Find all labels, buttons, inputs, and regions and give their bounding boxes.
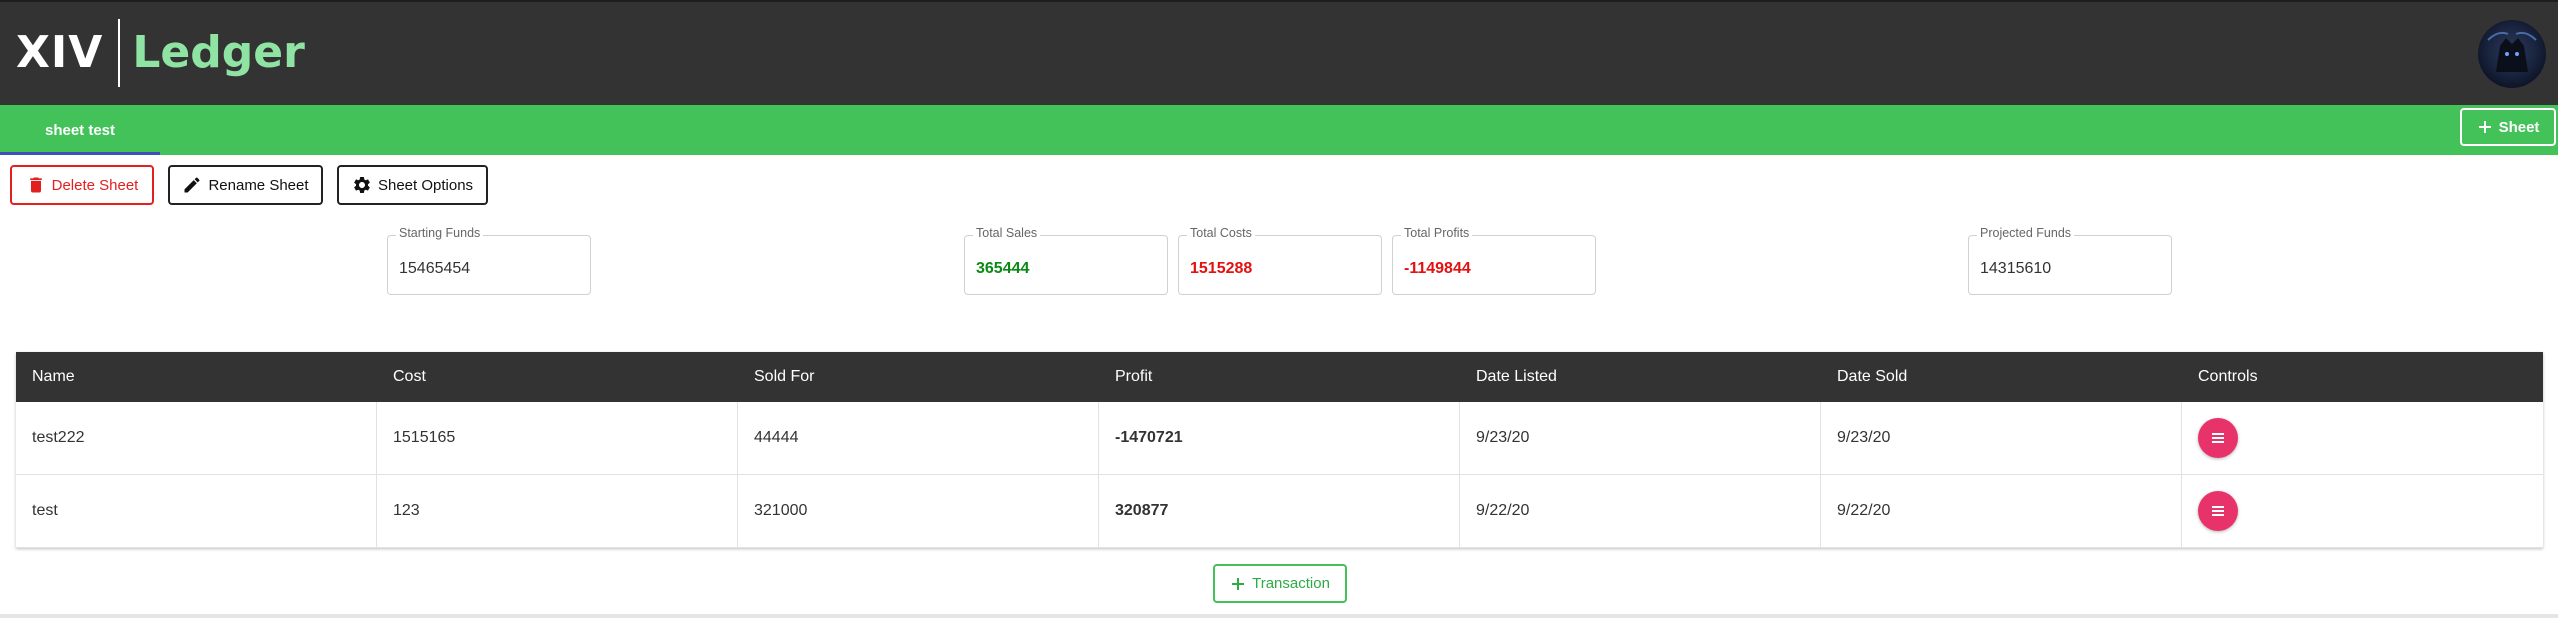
transactions-table: Name Cost Sold For Profit Date Listed Da… xyxy=(16,352,2543,548)
total-costs-label: Total Costs xyxy=(1187,226,1255,240)
sheet-tabbar: sheet test Sheet xyxy=(0,105,2558,155)
cell-sold-for: 321000 xyxy=(738,475,1099,547)
menu-icon xyxy=(2212,433,2224,443)
rename-sheet-label: Rename Sheet xyxy=(208,176,309,194)
add-transaction-button[interactable]: Transaction xyxy=(1213,564,1347,603)
cell-date-sold: 9/23/20 xyxy=(1821,402,2182,474)
tab-sheet-test[interactable]: sheet test xyxy=(0,105,160,155)
user-avatar[interactable] xyxy=(2478,20,2546,88)
menu-icon xyxy=(2212,506,2224,516)
starting-funds-label: Starting Funds xyxy=(396,226,484,240)
plus-icon xyxy=(1232,577,1245,590)
cell-sold-for: 44444 xyxy=(738,402,1099,474)
cell-cost: 123 xyxy=(377,475,738,547)
tab-label: sheet test xyxy=(44,121,116,139)
cell-name: test xyxy=(16,475,377,547)
delete-sheet-label: Delete Sheet xyxy=(51,176,139,194)
cell-cost: 1515165 xyxy=(377,402,738,474)
projected-funds-value: 14315610 xyxy=(1980,260,2052,277)
logo-divider xyxy=(118,19,121,87)
cell-date-listed: 9/23/20 xyxy=(1460,402,1821,474)
column-header-cost[interactable]: Cost xyxy=(377,352,738,402)
starting-funds-value: 15465454 xyxy=(399,260,471,277)
total-sales-field: Total Sales 365444 xyxy=(964,226,1168,295)
trash-icon xyxy=(29,177,42,193)
avatar-image xyxy=(2487,31,2537,72)
column-header-name[interactable]: Name xyxy=(16,352,377,402)
logo-secondary-text: Ledger xyxy=(132,27,305,78)
column-header-controls: Controls xyxy=(2198,368,2258,385)
table-row: test 123 321000 320877 9/22/20 9/22/20 xyxy=(16,475,2543,548)
active-tab-indicator xyxy=(0,152,160,155)
add-sheet-label: Sheet xyxy=(2498,118,2540,136)
total-sales-value: 365444 xyxy=(976,260,1030,277)
cell-controls xyxy=(2182,402,2543,474)
starting-funds-field[interactable]: Starting Funds 15465454 xyxy=(387,226,591,295)
rename-sheet-button[interactable]: Rename Sheet xyxy=(168,165,323,205)
row-menu-button[interactable] xyxy=(2198,491,2238,531)
table-header-row: Name Cost Sold For Profit Date Listed Da… xyxy=(16,352,2543,402)
total-sales-label: Total Sales xyxy=(973,226,1041,240)
total-profits-field: Total Profits -1149844 xyxy=(1392,226,1596,295)
app-logo[interactable]: XIV Ledger xyxy=(16,18,305,88)
total-costs-value: 1515288 xyxy=(1190,260,1253,277)
pencil-icon xyxy=(184,177,200,193)
total-costs-field: Total Costs 1515288 xyxy=(1178,226,1382,295)
total-profits-label: Total Profits xyxy=(1401,226,1473,240)
row-menu-button[interactable] xyxy=(2198,418,2238,458)
column-header-profit[interactable]: Profit xyxy=(1099,352,1460,402)
sheet-options-button[interactable]: Sheet Options xyxy=(337,165,488,205)
gear-icon xyxy=(354,176,370,193)
cell-date-sold: 9/22/20 xyxy=(1821,475,2182,547)
logo-primary-text: XIV xyxy=(16,27,104,78)
cell-profit: -1470721 xyxy=(1099,402,1460,474)
page-bottom-divider xyxy=(0,614,2558,618)
column-header-date-sold[interactable]: Date Sold xyxy=(1821,352,2182,402)
add-sheet-button[interactable]: Sheet xyxy=(2460,108,2556,146)
cell-controls xyxy=(2182,475,2543,547)
total-profits-value: -1149844 xyxy=(1404,260,1471,277)
projected-funds-field: Projected Funds 14315610 xyxy=(1968,226,2172,295)
sheet-options-label: Sheet Options xyxy=(377,176,474,194)
table-row: test222 1515165 44444 -1470721 9/23/20 9… xyxy=(16,402,2543,475)
column-header-date-listed[interactable]: Date Listed xyxy=(1460,352,1821,402)
cell-date-listed: 9/22/20 xyxy=(1460,475,1821,547)
plus-icon xyxy=(2478,121,2491,133)
projected-funds-label: Projected Funds xyxy=(1977,226,2075,240)
column-header-sold-for[interactable]: Sold For xyxy=(738,352,1099,402)
delete-sheet-button[interactable]: Delete Sheet xyxy=(10,165,154,205)
app-header: XIV Ledger xyxy=(0,0,2558,105)
cell-name: test222 xyxy=(16,402,377,474)
add-transaction-label: Transaction xyxy=(1252,575,1330,592)
cell-profit: 320877 xyxy=(1099,475,1460,547)
